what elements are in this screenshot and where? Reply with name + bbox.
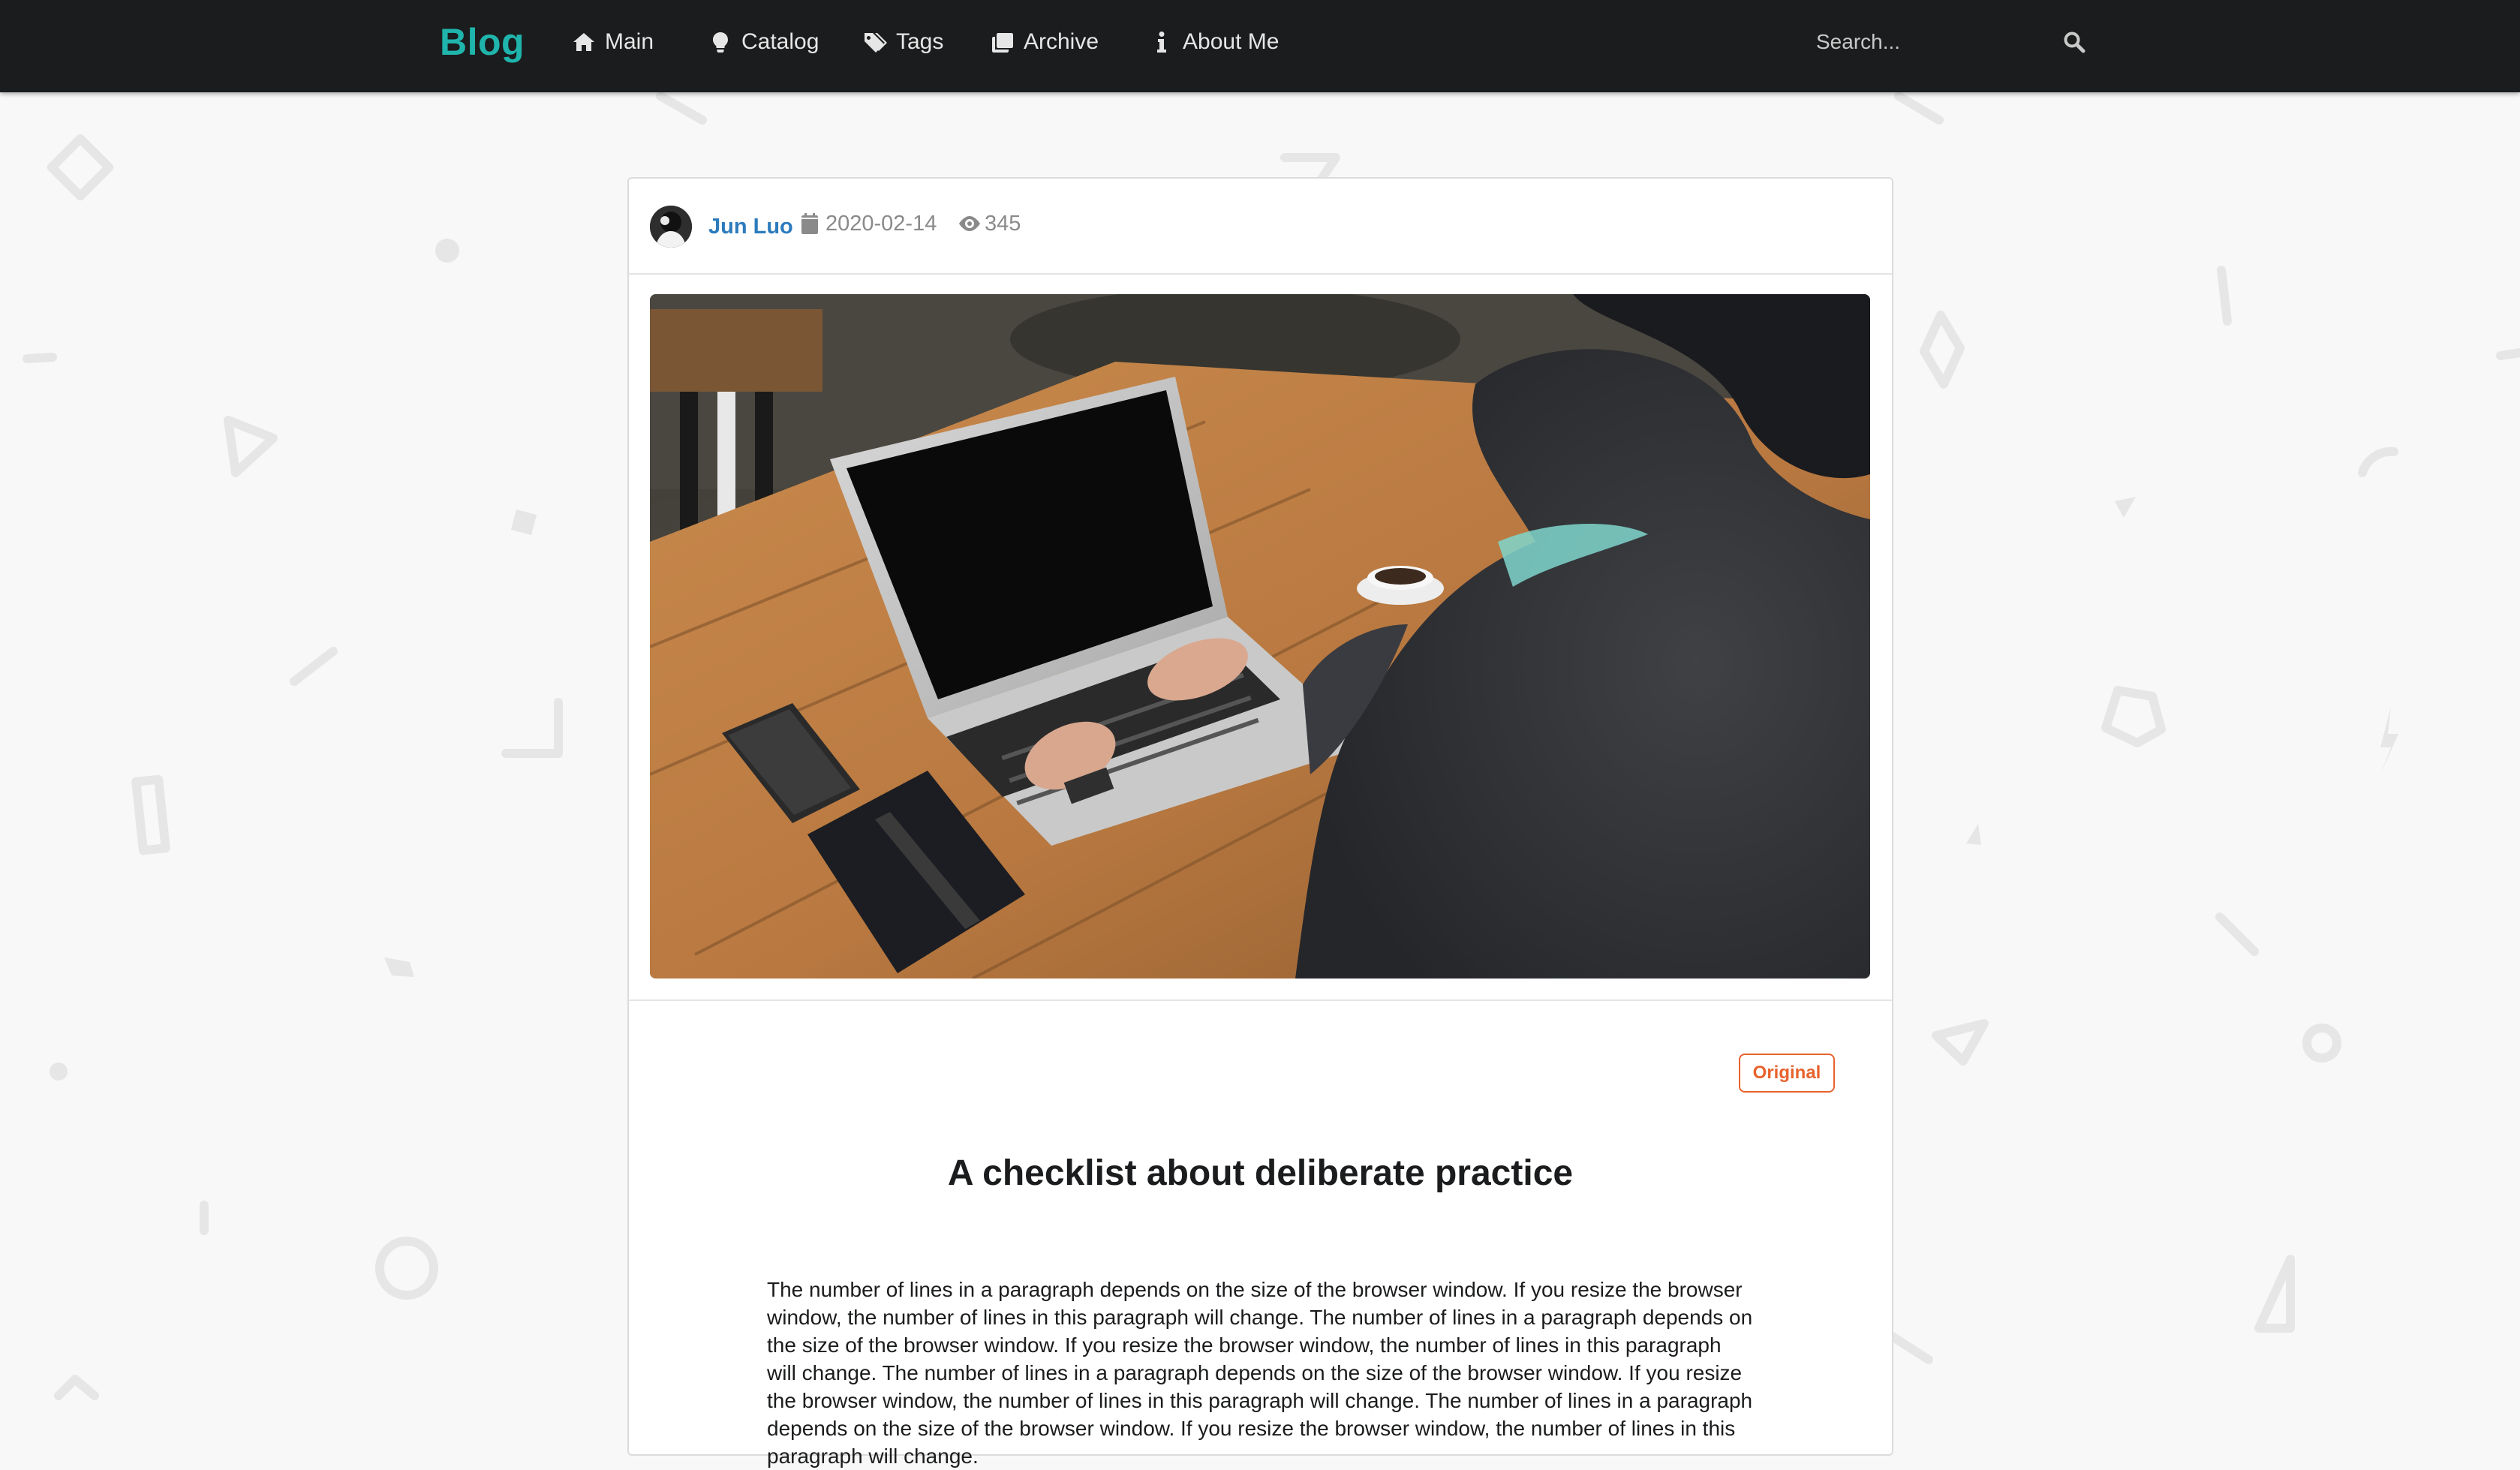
author-link[interactable]: Jun Luo [708,212,793,242]
post-views: 345 [958,209,1021,239]
nav-item-label: Tags [896,29,944,54]
post-body: The number of lines in a paragraph depen… [767,1278,1753,1468]
clone-icon [992,33,1013,53]
calendar-icon [801,213,818,234]
search-input[interactable] [1816,23,2041,61]
card-divider [629,1000,1892,1001]
original-badge: Original [1739,1054,1835,1093]
post-date: 2020-02-14 [800,209,937,239]
eye-icon [959,216,980,231]
nav-item-catalog[interactable]: Catalog [708,23,819,62]
nav-item-tags[interactable]: Tags [863,23,943,62]
nav-item-label: About Me [1183,29,1280,54]
lightbulb-icon [713,32,728,53]
avatar[interactable] [650,206,692,248]
tags-icon [865,33,887,53]
search-icon[interactable] [2062,30,2086,54]
top-navbar: Blog Main Catalog Tags Archive About Me [0,0,2520,92]
nav-item-label: Archive [1024,29,1099,54]
nav-item-archive[interactable]: Archive [991,23,1099,62]
post-card: Jun Luo 2020-02-14 345 Original A checkl… [627,177,1893,1468]
nav-item-main[interactable]: Main [572,23,654,62]
info-icon [1157,32,1166,53]
nav-item-about[interactable]: About Me [1150,23,1279,62]
nav-item-label: Catalog [741,29,819,54]
search-box [1816,20,2094,65]
nav-item-label: Main [605,29,654,54]
home-icon [573,33,594,51]
post-meta-header: Jun Luo 2020-02-14 345 [629,179,1892,275]
post-views-count: 345 [985,212,1021,236]
post-title: A checklist about deliberate practice [947,1153,1574,1193]
post-date-text: 2020-02-14 [825,212,937,236]
cover-image [650,294,1870,978]
brand-logo[interactable]: Blog [440,20,525,65]
